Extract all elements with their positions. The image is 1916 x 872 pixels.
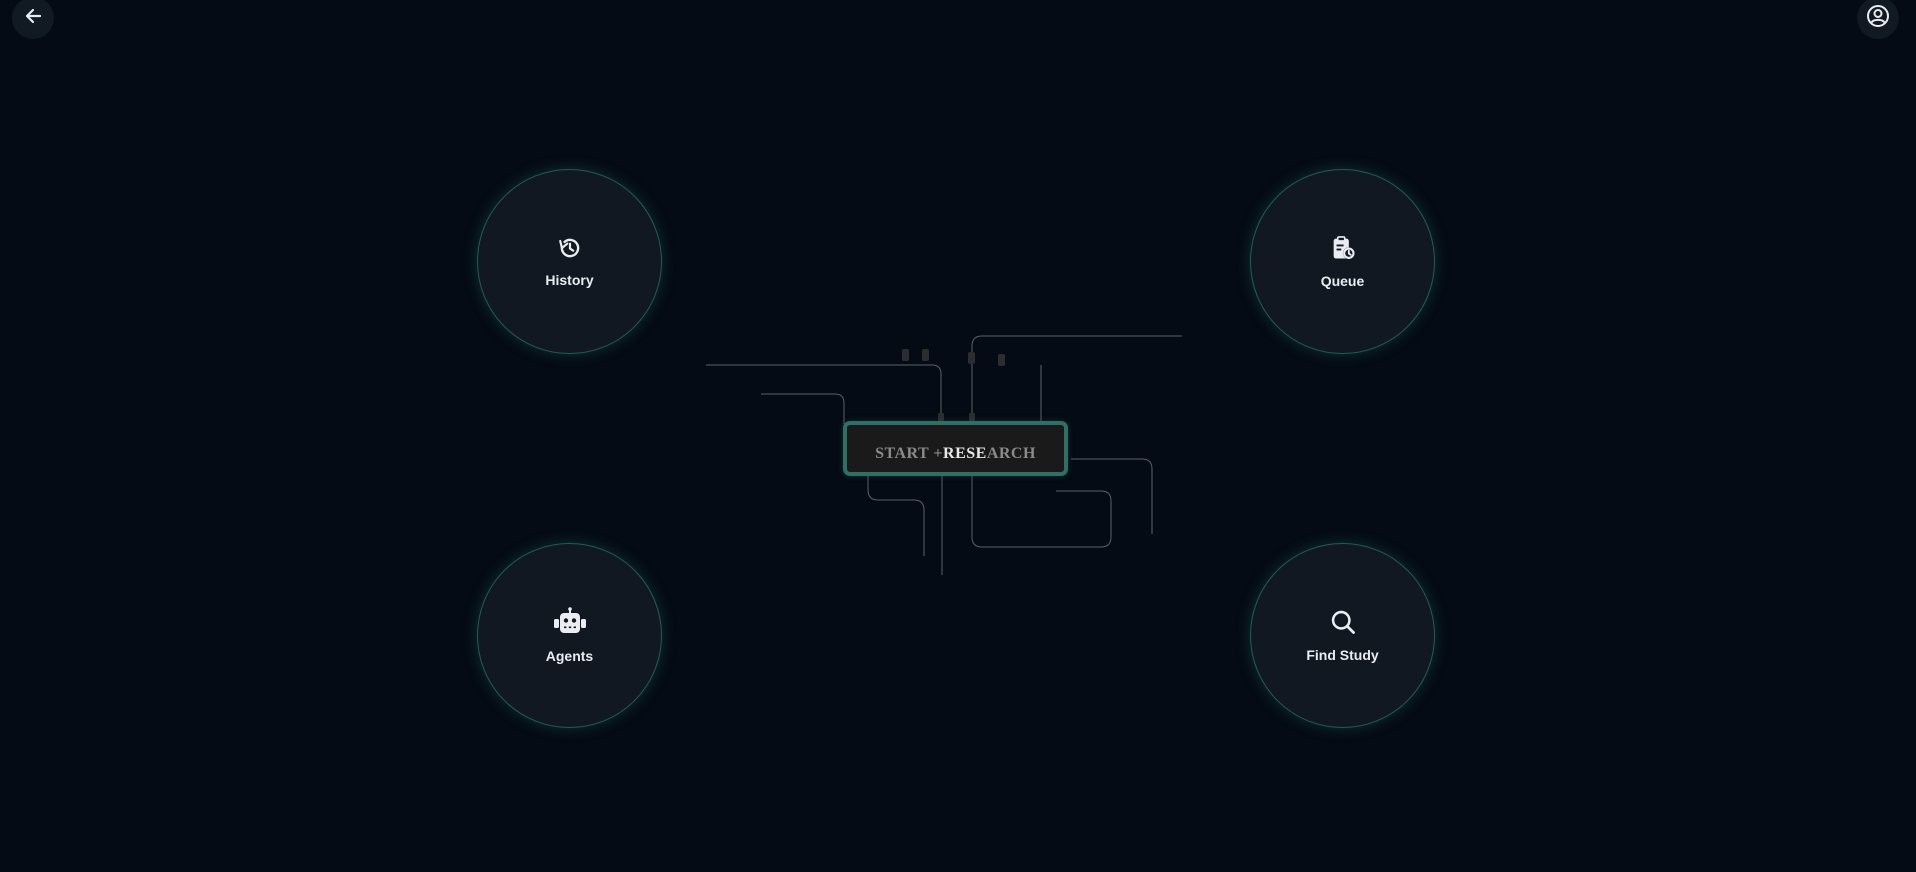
robot-icon — [551, 607, 589, 642]
start-research-text-part3: ARCH — [986, 444, 1036, 462]
clipboard-clock-icon — [1329, 234, 1357, 267]
arrow-left-icon — [23, 6, 43, 31]
nav-history-button[interactable]: History — [477, 169, 662, 354]
start-research-text-part2: RESE — [943, 444, 987, 462]
nav-find-study-label: Find Study — [1306, 647, 1379, 663]
history-icon — [557, 235, 583, 266]
nav-find-study-button[interactable]: Find Study — [1250, 543, 1435, 728]
nav-agents-label: Agents — [545, 648, 594, 664]
user-circle-icon — [1866, 4, 1890, 33]
start-research-button[interactable]: START + RESE ARCH — [843, 421, 1068, 476]
start-research-text-part1: START + — [875, 444, 944, 462]
page-stage: START + RESE ARCH History Queue Agents F… — [0, 0, 1916, 872]
nav-queue-label: Queue — [1320, 273, 1365, 289]
nav-agents-button[interactable]: Agents — [477, 543, 662, 728]
account-button[interactable] — [1857, 0, 1899, 39]
back-button[interactable] — [12, 0, 54, 39]
nav-history-label: History — [545, 272, 594, 288]
nav-queue-button[interactable]: Queue — [1250, 169, 1435, 354]
search-icon — [1329, 608, 1357, 641]
